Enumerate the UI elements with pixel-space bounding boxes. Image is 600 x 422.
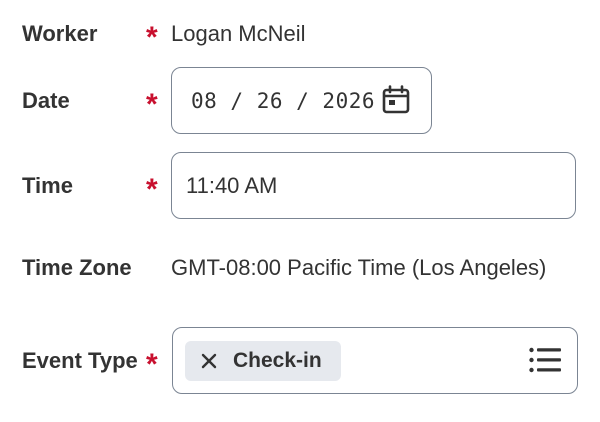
date-value[interactable]: 08 / 26 / 2026 xyxy=(191,68,375,133)
worker-value: Logan McNeil xyxy=(171,21,306,46)
calendar-icon[interactable] xyxy=(381,85,411,115)
event-type-required-mark: * xyxy=(146,348,158,381)
time-label: Time xyxy=(22,173,73,198)
event-type-label: Event Type xyxy=(22,348,138,373)
event-type-selected-pill[interactable]: Check-in xyxy=(185,341,341,381)
close-icon[interactable] xyxy=(201,353,217,369)
time-value[interactable]: 11:40 AM xyxy=(186,153,277,218)
time-required-mark: * xyxy=(146,173,158,206)
time-zone-value: GMT-08:00 Pacific Time (Los Angeles) xyxy=(171,255,547,280)
list-icon[interactable] xyxy=(529,347,561,373)
event-type-selected-label: Check-in xyxy=(233,349,322,372)
event-type-field[interactable]: Check-in xyxy=(172,327,578,394)
time-field[interactable]: 11:40 AM xyxy=(171,152,576,219)
date-field[interactable]: 08 / 26 / 2026 xyxy=(171,67,432,134)
time-zone-label: Time Zone xyxy=(22,255,132,280)
worker-label: Worker xyxy=(22,21,98,46)
worker-required-mark: * xyxy=(146,21,158,54)
date-label: Date xyxy=(22,88,70,113)
date-required-mark: * xyxy=(146,88,158,121)
